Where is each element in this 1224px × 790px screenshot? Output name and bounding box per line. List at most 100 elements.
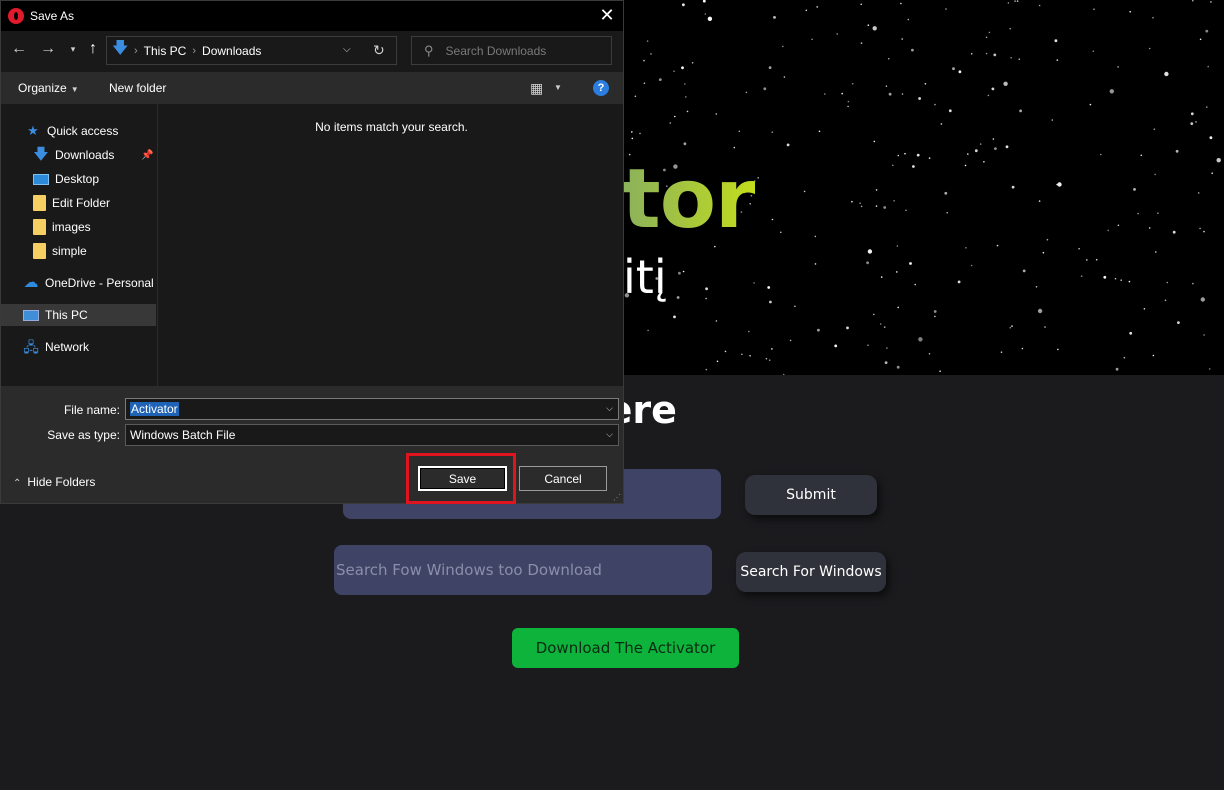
folder-icon (33, 195, 46, 211)
sidebar-item-edit-folder[interactable]: Edit Folder (1, 192, 156, 214)
star-dot (991, 87, 995, 91)
star-dot (879, 323, 882, 325)
star-dot (859, 202, 861, 204)
star-dot (1115, 367, 1119, 371)
star-dot (817, 328, 820, 332)
refresh-icon[interactable]: ↻ (373, 42, 385, 59)
caret-down-icon[interactable]: ▼ (554, 83, 562, 92)
save-as-type-select[interactable]: Windows Batch File ⌵ (125, 424, 619, 446)
sidebar-item-images[interactable]: images (1, 216, 156, 238)
file-list-pane[interactable]: No items match your search. (158, 104, 623, 386)
star-dot (851, 82, 854, 85)
up-arrow-icon[interactable]: ↑ (84, 40, 102, 58)
star-dot (681, 66, 684, 70)
download-icon: 🡇 (112, 40, 129, 57)
star-dot (704, 13, 707, 15)
sidebar-item-desktop[interactable]: Desktop (1, 168, 156, 190)
star-dot (1153, 128, 1156, 130)
windows-search-input[interactable]: Search Fow Windows too Download (334, 545, 712, 595)
star-dot (753, 282, 755, 284)
star-dot (1095, 258, 1098, 261)
download-activator-button[interactable]: Download The Activator (512, 628, 739, 668)
star-dot (1089, 103, 1092, 106)
star-dot (897, 154, 900, 157)
cancel-button[interactable]: Cancel (519, 466, 607, 491)
star-dot (1175, 149, 1179, 153)
recent-locations-chevron-icon[interactable]: ▾ (64, 44, 82, 55)
sidebar-item-this-pc[interactable]: This PC (1, 304, 156, 326)
star-dot (1172, 230, 1176, 234)
star-dot (1208, 368, 1211, 370)
star-dot (1120, 279, 1122, 282)
star-dot (1166, 281, 1169, 284)
star-dot (639, 132, 641, 135)
star-dot (715, 320, 718, 322)
sidebar-item-quick-access[interactable]: ★ Quick access (1, 120, 156, 142)
star-dot (786, 143, 790, 147)
star-dot (1143, 308, 1146, 310)
sidebar-item-label: Downloads (55, 148, 115, 162)
back-arrow-icon[interactable]: ← (10, 40, 28, 58)
breadcrumb-chevron-icon: › (192, 44, 197, 57)
search-downloads-input[interactable]: ⚲ Search Downloads (411, 36, 612, 65)
search-for-windows-button[interactable]: Search For Windows (736, 552, 886, 592)
star-dot (958, 70, 962, 74)
star-dot (673, 315, 676, 319)
star-dot (674, 115, 676, 118)
star-dot (716, 360, 719, 363)
star-dot (1152, 354, 1155, 357)
star-dot (1177, 321, 1180, 324)
cloud-icon: ☁ (23, 274, 39, 291)
star-dot (992, 138, 995, 140)
star-dot (866, 261, 869, 265)
sidebar-item-simple[interactable]: simple (1, 240, 156, 262)
star-dot (979, 143, 982, 145)
star-dot (1133, 188, 1136, 191)
breadcrumb-downloads[interactable]: Downloads (202, 44, 261, 58)
star-dot (1114, 277, 1117, 280)
chevron-down-icon[interactable]: ⌵ (343, 44, 351, 55)
star-dot (846, 326, 849, 330)
close-icon[interactable]: ✕ (599, 6, 615, 24)
folder-icon (33, 219, 46, 235)
star-dot (1019, 109, 1022, 113)
chevron-down-icon[interactable]: ⌵ (606, 403, 613, 414)
save-options-panel: File name: Activator ⌵ Save as type: Win… (1, 386, 623, 504)
star-dot (707, 16, 713, 21)
address-bar-row: ← → ▾ ↑ 🡇 › This PC › Downloads ⌵ ↻ ⚲ Se… (1, 31, 623, 72)
breadcrumb-this-pc[interactable]: This PC (144, 44, 187, 58)
organize-menu-button[interactable]: Organize ▼ (18, 81, 79, 95)
star-dot (1152, 16, 1154, 19)
sidebar-item-network[interactable]: 🖧 Network (1, 336, 156, 358)
save-as-type-value: Windows Batch File (130, 428, 236, 442)
star-dot (987, 94, 990, 97)
address-box[interactable]: 🡇 › This PC › Downloads ⌵ ↻ (106, 36, 397, 65)
file-name-field[interactable]: Activator ⌵ (125, 398, 619, 420)
star-dot (685, 96, 687, 98)
star-dot (1092, 50, 1095, 52)
view-options-icon[interactable]: ▦ (530, 80, 546, 96)
sidebar-item-downloads[interactable]: 🡇 Downloads (1, 144, 156, 166)
star-dot (818, 130, 821, 133)
chevron-down-icon[interactable]: ⌵ (606, 429, 613, 440)
new-folder-button[interactable]: New folder (109, 81, 166, 95)
hide-folders-button[interactable]: ⌃ Hide Folders (13, 475, 95, 489)
resize-grip-icon[interactable]: ⋰ (613, 493, 621, 502)
star-dot (1148, 227, 1151, 229)
star-dot (901, 38, 903, 40)
network-icon: 🖧 (23, 339, 39, 355)
star-dot (1128, 280, 1131, 283)
sidebar-item-onedrive[interactable]: ☁ OneDrive - Personal (1, 272, 156, 294)
sidebar-item-label: OneDrive - Personal (45, 276, 154, 290)
star-dot (814, 263, 817, 265)
help-icon[interactable]: ? (593, 80, 609, 96)
save-button[interactable]: Save (418, 466, 507, 491)
star-dot (900, 2, 902, 5)
file-name-value: Activator (130, 402, 179, 416)
hide-folders-label: Hide Folders (27, 475, 96, 489)
star-dot (724, 350, 727, 353)
forward-arrow-icon[interactable]: → (39, 40, 57, 58)
dialog-titlebar[interactable]: Save As ✕ (1, 1, 623, 31)
submit-button[interactable]: Submit (745, 475, 877, 515)
sidebar-item-label: This PC (45, 308, 88, 322)
